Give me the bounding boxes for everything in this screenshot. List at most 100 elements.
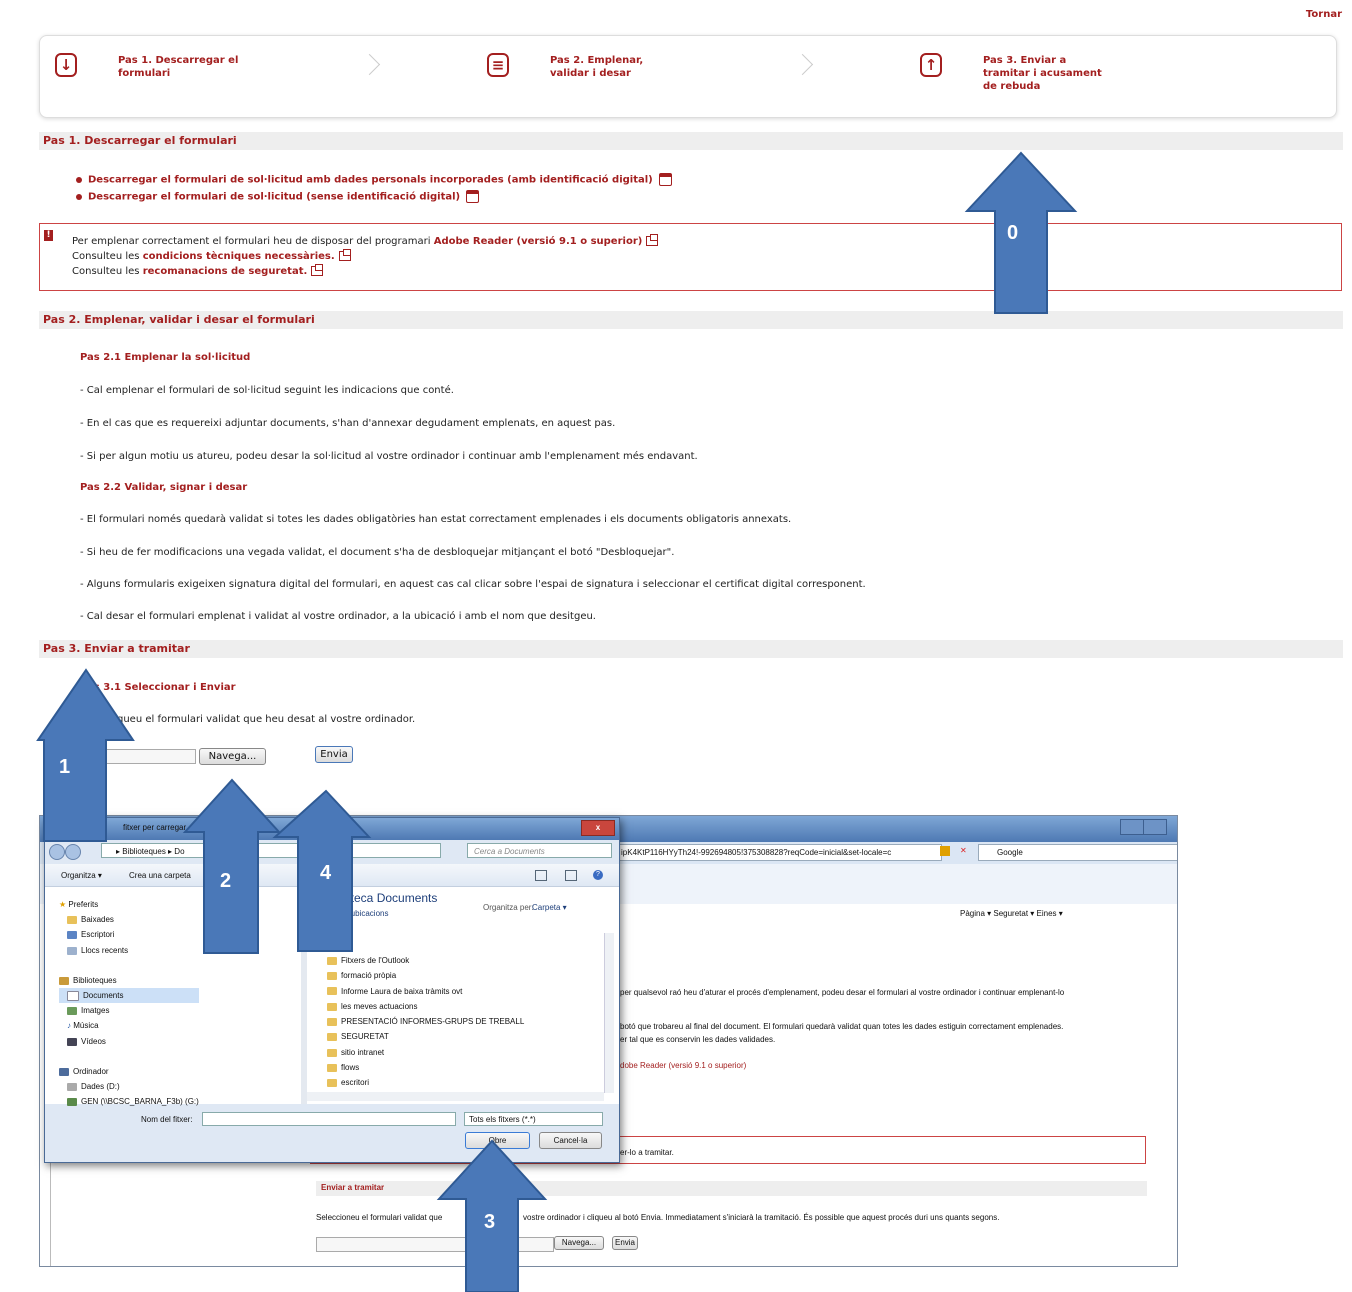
bg-adobe-link[interactable]: dobe Reader (versió 9.1 o superior) bbox=[620, 1061, 746, 1070]
annotation-number-1: 1 bbox=[59, 756, 71, 778]
step-3-label: Pas 3. Enviar a tramitar i acusament de … bbox=[983, 55, 1102, 92]
warning-line-2: Consulteu les condicions tècniques neces… bbox=[72, 249, 351, 262]
search-input[interactable]: Cerca a Documents bbox=[467, 843, 612, 858]
file-list-item[interactable]: escritori bbox=[327, 1075, 524, 1090]
file-list: Fitxers de l'Outlook formació pròpia Inf… bbox=[327, 953, 524, 1091]
annotation-number-4: 4 bbox=[320, 862, 332, 884]
bg-browse-button[interactable]: Navega... bbox=[554, 1236, 604, 1250]
annotation-number-0: 0 bbox=[1007, 222, 1019, 244]
forward-icon[interactable] bbox=[65, 844, 81, 860]
help-icon[interactable]: ? bbox=[593, 870, 603, 880]
instruction-text: - Si heu de fer modificacions una vegada… bbox=[80, 547, 675, 558]
download-link-with-id[interactable]: Descarregar el formulari de sol·licitud … bbox=[76, 173, 672, 186]
alert-icon: ! bbox=[44, 230, 53, 241]
url-field[interactable]: ipK4KtP116HYyTh24!-992694805!375308828?r… bbox=[616, 844, 942, 861]
annotation-arrow-1 bbox=[36, 668, 135, 842]
step-1-label: Pas 1. Descarregar el formulari bbox=[118, 55, 239, 79]
warning-text: Consulteu les bbox=[72, 251, 143, 262]
bg-text: er tal que es conservin les dades valida… bbox=[620, 1035, 776, 1044]
nav-pictures[interactable]: Imatges bbox=[59, 1003, 199, 1018]
instruction-text: queu el formulari validat que heu desat … bbox=[117, 714, 416, 725]
filename-input[interactable] bbox=[202, 1112, 456, 1126]
back-link[interactable]: Tornar bbox=[1306, 9, 1342, 20]
bullet-icon bbox=[76, 193, 82, 200]
stop-icon[interactable]: ✕ bbox=[960, 846, 967, 855]
cancel-button[interactable]: Cancel·la bbox=[539, 1132, 602, 1149]
section-3-header: Pas 3. Enviar a tramitar bbox=[39, 640, 1343, 658]
download-link-without-id[interactable]: Descarregar el formulari de sol·licitud … bbox=[76, 190, 480, 203]
instruction-text: - Si per algun motiu us atureu, podeu de… bbox=[80, 451, 698, 462]
ie-toolbar-menu[interactable]: Pàgina ▾ Seguretat ▾ Eines ▾ bbox=[960, 909, 1063, 918]
nav-music[interactable]: ♪ Música bbox=[59, 1018, 199, 1033]
nav-drive-d[interactable]: Dades (D:) bbox=[59, 1079, 199, 1094]
external-link-icon bbox=[338, 249, 351, 261]
file-list-item[interactable]: Fitxers de l'Outlook bbox=[327, 953, 524, 968]
nav-documents[interactable]: Documents bbox=[59, 988, 199, 1004]
nav-videos[interactable]: Vídeos bbox=[59, 1034, 199, 1049]
download-link-without-id-text[interactable]: Descarregar el formulari de sol·licitud … bbox=[88, 192, 460, 203]
bg-text: vostre ordinador i cliqueu al botó Envia… bbox=[523, 1213, 1000, 1222]
send-button[interactable]: Envia bbox=[315, 746, 353, 763]
bg-text: botó que trobareu al final del document.… bbox=[620, 1022, 1064, 1031]
file-list-item[interactable]: formació pròpia bbox=[327, 968, 524, 983]
external-link-icon bbox=[646, 234, 659, 246]
file-type-select[interactable]: Tots els fitxers (*.*) bbox=[464, 1112, 603, 1126]
upload-icon: ↑ bbox=[920, 53, 942, 77]
minimize-button[interactable] bbox=[1120, 819, 1144, 835]
google-search-field[interactable]: Google bbox=[978, 844, 1177, 861]
instruction-text: - El formulari només quedarà validat si … bbox=[80, 514, 792, 525]
arrange-dropdown[interactable]: Carpeta ▾ bbox=[532, 903, 567, 912]
horizontal-scrollbar[interactable] bbox=[307, 1092, 604, 1101]
view-icon[interactable] bbox=[535, 870, 547, 881]
file-list-item[interactable]: PRESENTACIÓ INFORMES-GRUPS DE TREBALL bbox=[327, 1014, 524, 1029]
browse-button[interactable]: Navega... bbox=[199, 748, 266, 765]
file-list-item[interactable]: flows bbox=[327, 1060, 524, 1075]
file-list-item[interactable]: SEGURETAT bbox=[327, 1029, 524, 1044]
nav-libraries[interactable]: Biblioteques bbox=[59, 973, 199, 988]
annotation-number-3: 3 bbox=[484, 1211, 496, 1233]
annotation-arrow-2 bbox=[182, 778, 282, 954]
nav-downloads[interactable]: Baixades bbox=[59, 912, 199, 927]
nav-drive-g[interactable]: GEN (\\BCSC_BARNA_F3b) (G:) bbox=[59, 1094, 199, 1109]
bg-text: per qualsevol raó heu d'aturar el procés… bbox=[620, 988, 1065, 997]
external-link-icon bbox=[311, 264, 324, 276]
bg-section-title: Enviar a tramitar bbox=[321, 1183, 385, 1192]
back-icon[interactable] bbox=[49, 844, 65, 860]
instruction-text: - Cal emplenar el formulari de sol·licit… bbox=[80, 385, 454, 396]
close-icon[interactable]: x bbox=[581, 820, 615, 836]
bg-send-button[interactable]: Envia bbox=[612, 1236, 638, 1250]
organize-menu[interactable]: Organitza ▾ bbox=[61, 871, 102, 880]
annotation-number-2: 2 bbox=[220, 870, 232, 892]
nav-favorites[interactable]: ★ Preferits bbox=[59, 897, 199, 912]
nav-computer[interactable]: Ordinador bbox=[59, 1064, 199, 1079]
subsection-2-1-title: Pas 2.1 Emplenar la sol·licitud bbox=[80, 352, 251, 363]
download-link-with-id-text[interactable]: Descarregar el formulari de sol·licitud … bbox=[88, 175, 653, 186]
bullet-icon bbox=[76, 176, 82, 183]
step-2-label: Pas 2. Emplenar, validar i desar bbox=[550, 55, 644, 79]
content-scrollbar[interactable] bbox=[604, 933, 614, 1093]
instruction-text: - En el cas que es requereixi adjuntar d… bbox=[80, 418, 616, 429]
form-icon: ≡ bbox=[487, 53, 509, 77]
technical-conditions-link[interactable]: condicions tècniques necessàries. bbox=[143, 251, 335, 262]
adobe-reader-link[interactable]: Adobe Reader (versió 9.1 o superior) bbox=[434, 236, 643, 247]
nav-recent-places[interactable]: Llocs recents bbox=[59, 943, 199, 958]
nav-desktop[interactable]: Escriptori bbox=[59, 927, 199, 942]
section-1-header: Pas 1. Descarregar el formulari bbox=[39, 132, 1343, 150]
warning-line-1: Per emplenar correctament el formulari h… bbox=[72, 234, 659, 247]
maximize-button[interactable] bbox=[1143, 819, 1167, 835]
navigation-list: ★ Preferits Baixades Escriptori Llocs re… bbox=[59, 897, 199, 1109]
security-recommendations-link[interactable]: recomanacions de seguretat. bbox=[143, 266, 308, 277]
preview-pane-icon[interactable] bbox=[565, 870, 577, 881]
lock-icon bbox=[940, 846, 950, 856]
instruction-text: - Alguns formularis exigeixen signatura … bbox=[80, 579, 866, 590]
download-icon: ↓ bbox=[55, 53, 77, 77]
section-2-header: Pas 2. Emplenar, validar i desar el form… bbox=[39, 311, 1343, 329]
file-list-item[interactable]: sitio intranet bbox=[327, 1045, 524, 1060]
file-list-item[interactable]: Informe Laura de baixa tràmits ovt bbox=[327, 984, 524, 999]
file-list-item[interactable]: les meves actuacions bbox=[327, 999, 524, 1014]
warning-text: Per emplenar correctament el formulari h… bbox=[72, 236, 434, 247]
bg-text: er-lo a tramitar. bbox=[620, 1148, 674, 1157]
arrange-label: Organitza per: bbox=[483, 903, 534, 912]
pdf-icon bbox=[658, 173, 672, 186]
bg-text: Seleccioneu el formulari validat que bbox=[316, 1213, 443, 1222]
